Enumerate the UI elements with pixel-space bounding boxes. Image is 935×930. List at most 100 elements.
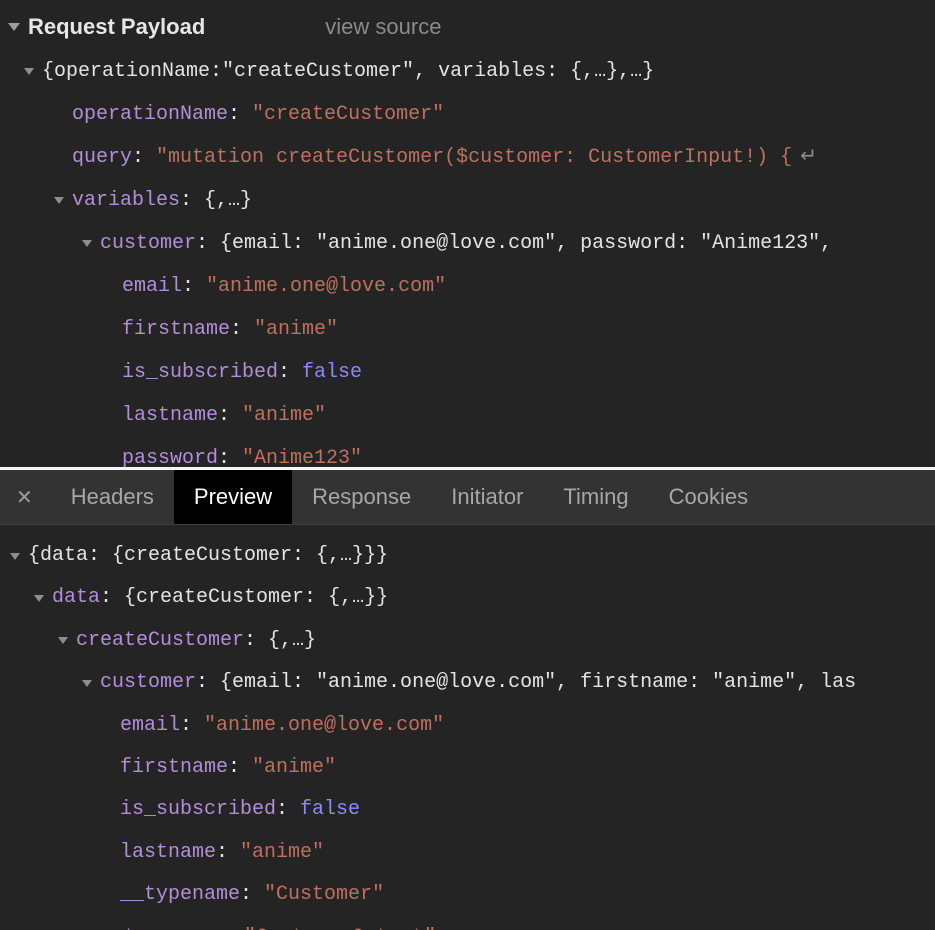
- val-outer-typename: "CustomerOutput": [244, 923, 436, 930]
- key-variables: variables: [72, 185, 180, 216]
- tree-row-createcustomer[interactable]: createCustomer : {,…}: [0, 620, 935, 662]
- colon: :: [244, 626, 268, 656]
- val-issubscribed: false: [302, 357, 362, 388]
- key-issubscribed: is_subscribed: [122, 357, 278, 388]
- colon: :: [182, 271, 206, 302]
- val-firstname: "anime": [252, 753, 336, 783]
- chevron-down-icon: [34, 595, 44, 602]
- root-summary-post: , variables: {,…},…}: [414, 56, 654, 87]
- key-lastname: lastname: [120, 838, 216, 868]
- val-typename: "Customer": [264, 880, 384, 910]
- colon: :: [278, 357, 302, 388]
- tab-timing[interactable]: Timing: [543, 470, 648, 524]
- tree-row-customer[interactable]: customer : {email: "anime.one@love.com",…: [0, 222, 935, 265]
- colon: :: [228, 99, 252, 130]
- key-operationname: operationName: [72, 99, 228, 130]
- tree-row-customer[interactable]: customer : {email: "anime.one@love.com",…: [0, 662, 935, 704]
- tab-preview[interactable]: Preview: [174, 470, 292, 524]
- tree-row-outer-typename[interactable]: __typename : "CustomerOutput": [0, 917, 935, 930]
- tree-row-issubscribed[interactable]: is_subscribed : false: [0, 351, 935, 394]
- chevron-down-icon: [54, 197, 64, 204]
- key-outer-typename: __typename: [100, 923, 220, 930]
- close-icon[interactable]: ✕: [0, 485, 51, 510]
- newline-icon: ↵: [792, 142, 823, 173]
- val-customer-summary: {email: "anime.one@love.com", password: …: [220, 228, 832, 259]
- colon: :: [180, 185, 204, 216]
- chevron-down-icon: [24, 68, 34, 75]
- root-summary-pre: {operationName:: [42, 56, 222, 87]
- colon: :: [218, 400, 242, 431]
- key-issubscribed: is_subscribed: [120, 795, 276, 825]
- val-issubscribed: false: [300, 795, 360, 825]
- key-email: email: [120, 711, 180, 741]
- tree-row-lastname[interactable]: lastname : "anime": [0, 394, 935, 437]
- tree-row-issubscribed[interactable]: is_subscribed : false: [0, 789, 935, 831]
- tab-headers[interactable]: Headers: [51, 470, 174, 524]
- colon: :: [196, 668, 220, 698]
- colon: :: [220, 923, 244, 930]
- colon: :: [228, 753, 252, 783]
- tab-bar: ✕ Headers Preview Response Initiator Tim…: [0, 470, 935, 525]
- val-firstname: "anime": [254, 314, 338, 345]
- tree-row-root[interactable]: {operationName: "createCustomer" , varia…: [0, 50, 935, 93]
- key-typename: __typename: [120, 880, 240, 910]
- key-firstname: firstname: [122, 314, 230, 345]
- preview-tree: {data: {createCustomer: {,…}}} data : {c…: [0, 525, 935, 930]
- tree-row-operationname[interactable]: operationName : "createCustomer": [0, 93, 935, 136]
- key-password: password: [122, 443, 218, 467]
- response-preview-panel: ✕ Headers Preview Response Initiator Tim…: [0, 470, 935, 930]
- key-customer: customer: [100, 668, 196, 698]
- chevron-down-icon: [8, 23, 20, 31]
- colon: :: [276, 795, 300, 825]
- payload-tree: {operationName: "createCustomer" , varia…: [0, 44, 935, 467]
- key-email: email: [122, 271, 182, 302]
- tree-row-root[interactable]: {data: {createCustomer: {,…}}}: [0, 535, 935, 577]
- key-customer: customer: [100, 228, 196, 259]
- key-firstname: firstname: [120, 753, 228, 783]
- root-summary-val: "createCustomer": [222, 56, 414, 87]
- tree-row-query[interactable]: query : "mutation createCustomer($custom…: [0, 136, 935, 179]
- colon: :: [100, 583, 124, 613]
- colon: :: [216, 838, 240, 868]
- val-customer-summary: {email: "anime.one@love.com", firstname:…: [220, 668, 856, 698]
- tree-row-typename[interactable]: __typename : "Customer": [0, 874, 935, 916]
- root-summary: {data: {createCustomer: {,…}}}: [28, 541, 388, 571]
- colon: :: [180, 711, 204, 741]
- tree-row-lastname[interactable]: lastname : "anime": [0, 832, 935, 874]
- tree-row-firstname[interactable]: firstname : "anime": [0, 308, 935, 351]
- val-createcustomer-summary: {,…}: [268, 626, 316, 656]
- section-title: Request Payload: [28, 14, 205, 40]
- key-lastname: lastname: [122, 400, 218, 431]
- tree-row-email[interactable]: email : "anime.one@love.com": [0, 705, 935, 747]
- tree-row-firstname[interactable]: firstname : "anime": [0, 747, 935, 789]
- chevron-down-icon: [58, 637, 68, 644]
- val-data-summary: {createCustomer: {,…}}: [124, 583, 388, 613]
- chevron-down-icon: [82, 240, 92, 247]
- val-email: "anime.one@love.com": [204, 711, 444, 741]
- val-lastname: "anime": [240, 838, 324, 868]
- tree-row-data[interactable]: data : {createCustomer: {,…}}: [0, 577, 935, 619]
- key-data: data: [52, 583, 100, 613]
- tab-response[interactable]: Response: [292, 470, 431, 524]
- tab-cookies[interactable]: Cookies: [649, 470, 768, 524]
- chevron-down-icon: [82, 680, 92, 687]
- tree-row-variables[interactable]: variables : {,…}: [0, 179, 935, 222]
- chevron-down-icon: [10, 553, 20, 560]
- val-lastname: "anime": [242, 400, 326, 431]
- request-payload-panel: Request Payload view source {operationNa…: [0, 0, 935, 467]
- colon: :: [230, 314, 254, 345]
- val-operationname: "createCustomer": [252, 99, 444, 130]
- key-createcustomer: createCustomer: [76, 626, 244, 656]
- tab-initiator[interactable]: Initiator: [431, 470, 543, 524]
- tree-row-password[interactable]: password : "Anime123": [0, 437, 935, 467]
- colon: :: [240, 880, 264, 910]
- section-header[interactable]: Request Payload view source: [0, 10, 935, 44]
- colon: :: [132, 142, 156, 173]
- tree-row-email[interactable]: email : "anime.one@love.com": [0, 265, 935, 308]
- val-variables: {,…}: [204, 185, 252, 216]
- val-query: "mutation createCustomer($customer: Cust…: [156, 142, 792, 173]
- val-password: "Anime123": [242, 443, 362, 467]
- view-source-link[interactable]: view source: [325, 14, 441, 40]
- val-email: "anime.one@love.com": [206, 271, 446, 302]
- colon: :: [196, 228, 220, 259]
